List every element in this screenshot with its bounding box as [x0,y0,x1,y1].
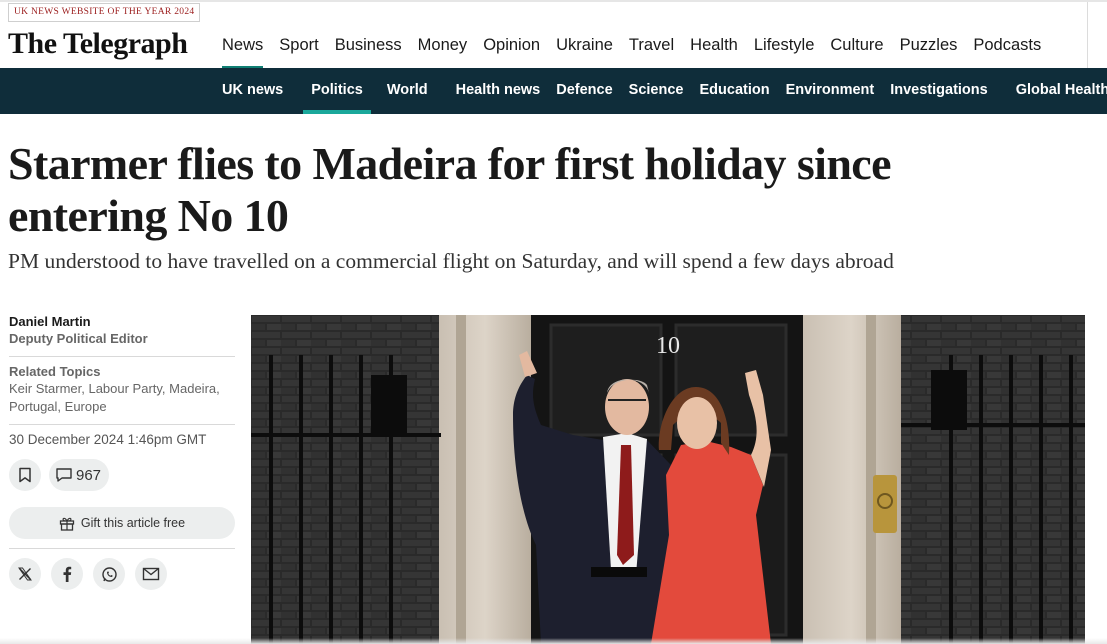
section-nav-item-world[interactable]: World [379,68,436,114]
gift-article-label: Gift this article free [80,516,186,530]
author-name[interactable]: Daniel Martin [9,314,235,330]
page-bottom-shade [0,638,1107,644]
article-meta-sidebar: Daniel Martin Deputy Political Editor Re… [9,314,235,590]
main-nav-item-business[interactable]: Business [327,26,410,70]
section-nav-item-defence[interactable]: Defence [548,68,620,114]
downing-street-photo: 10 [251,315,1085,644]
speech-bubble-icon [56,468,72,482]
related-topics-list[interactable]: Keir Starmer, Labour Party, Madeira, Por… [9,380,235,416]
main-nav-item-sport[interactable]: Sport [271,26,326,70]
header-divider [1087,2,1088,70]
section-nav-item-education[interactable]: Education [692,68,778,114]
main-nav-item-news[interactable]: News [214,26,271,70]
share-x-button[interactable] [9,558,41,590]
section-nav-item-uk-news[interactable]: UK news [214,68,291,114]
section-nav-item-health-news[interactable]: Health news [448,68,549,114]
share-facebook-button[interactable] [51,558,83,590]
main-nav-item-lifestyle[interactable]: Lifestyle [746,26,823,70]
share-buttons [9,558,235,590]
whatsapp-icon [101,566,117,582]
x-logo-icon [18,567,32,581]
share-email-button[interactable] [135,558,167,590]
telegraph-logo[interactable]: The Telegraph [8,24,188,64]
section-nav-item-global-health-security[interactable]: Global Health Security [1008,68,1107,114]
facebook-icon [63,566,72,582]
award-badge: UK NEWS WEBSITE OF THE YEAR 2024 [8,3,201,22]
gift-article-button[interactable]: Gift this article free [9,507,235,539]
main-nav-item-culture[interactable]: Culture [822,26,891,70]
main-nav-item-money[interactable]: Money [410,26,476,70]
divider [9,548,235,549]
comment-count: 967 [76,466,102,484]
article-standfirst: PM understood to have travelled on a com… [8,249,894,273]
main-nav: News Sport Business Money Opinion Ukrain… [214,26,1049,70]
share-whatsapp-button[interactable] [93,558,125,590]
main-nav-item-travel[interactable]: Travel [621,26,682,70]
article-headline: Starmer flies to Madeira for first holid… [8,138,892,241]
section-nav-item-environment[interactable]: Environment [778,68,883,114]
article-actions: 967 [9,459,235,491]
gift-icon [59,517,75,531]
email-icon [142,567,160,581]
divider [9,356,235,357]
section-nav-item-investigations[interactable]: Investigations [882,68,996,114]
bookmark-icon [19,467,31,483]
divider [9,424,235,425]
author-role: Deputy Political Editor [9,331,148,346]
main-nav-item-puzzles[interactable]: Puzzles [892,26,966,70]
comments-button[interactable]: 967 [49,459,110,491]
main-nav-item-opinion[interactable]: Opinion [475,26,548,70]
main-nav-item-podcasts[interactable]: Podcasts [965,26,1049,70]
section-nav-item-science[interactable]: Science [621,68,692,114]
section-nav-item-politics[interactable]: Politics [303,68,371,114]
section-nav-bar: UK news Politics World Health news Defen… [0,68,1107,114]
main-nav-item-health[interactable]: Health [682,26,746,70]
main-nav-item-ukraine[interactable]: Ukraine [548,26,621,70]
top-header: UK NEWS WEBSITE OF THE YEAR 2024 The Tel… [0,0,1107,70]
bookmark-button[interactable] [9,459,41,491]
door-number: 10 [656,333,680,359]
related-topics-title: Related Topics [9,364,101,379]
published-date: 30 December 2024 1:46pm GMT [9,432,207,447]
section-nav: UK news Politics World Health news Defen… [214,68,1107,114]
article-lead-image[interactable]: 10 [251,315,1085,644]
